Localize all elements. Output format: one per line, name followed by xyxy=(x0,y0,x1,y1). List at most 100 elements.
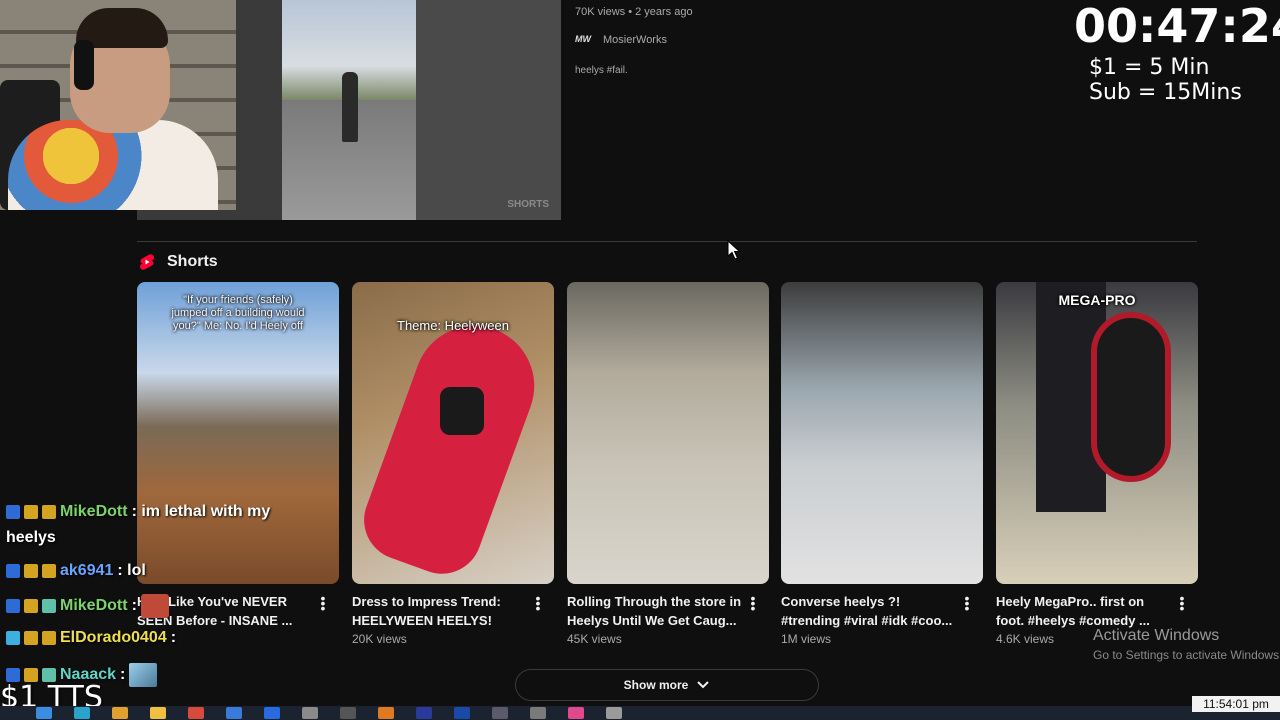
windows-taskbar xyxy=(0,706,1280,720)
sub-badge-icon xyxy=(42,631,56,645)
app-icon[interactable] xyxy=(226,707,242,719)
short-overlay-text-1: "If your friends (safely) jumped off a b… xyxy=(171,294,305,332)
sub-badge-icon xyxy=(24,599,38,613)
short-card-5[interactable]: MEGA-PRO Heely MegaPro.. first on foot. … xyxy=(996,282,1198,646)
app-icon[interactable] xyxy=(378,707,394,719)
system-clock[interactable]: 11:54:01 pm xyxy=(1192,696,1280,712)
short-title-3-line1: Rolling Through the store in xyxy=(567,594,742,609)
app-icon[interactable] xyxy=(264,707,280,719)
chat-message: MikeDott : xyxy=(6,594,169,618)
more-options-icon[interactable]: • • • xyxy=(749,591,757,615)
video-views-age: 70K views • 2 years ago xyxy=(575,6,693,18)
short-views-3: 45K views xyxy=(567,632,622,646)
short-views-4: 1M views xyxy=(781,632,832,646)
chat-text: heelys xyxy=(6,529,56,546)
short-card-1[interactable]: "If your friends (safely) jumped off a b… xyxy=(137,282,339,628)
chat-text: : xyxy=(120,666,126,683)
short-card-2[interactable]: Theme: Heelyween Dress to Impress Trend:… xyxy=(352,282,554,646)
short-title-4[interactable]: Converse heelys ?! #trending #viral #idk… xyxy=(781,592,957,630)
chat-message: MikeDott : im lethal with my xyxy=(6,503,270,521)
short-title-2-line1: Dress to Impress Trend: xyxy=(352,594,501,609)
chevron-down-icon xyxy=(697,681,710,689)
short-thumbnail-4[interactable] xyxy=(781,282,983,584)
chat-message: ak6941 : lol xyxy=(6,562,146,580)
show-more-button[interactable]: Show more xyxy=(515,669,819,701)
short-title-3[interactable]: Rolling Through the store in Heelys Unti… xyxy=(567,592,743,630)
short-views-5: 4.6K views xyxy=(996,632,1055,646)
chat-emote-icon xyxy=(129,663,158,687)
short-title-4-line2: #trending #viral #idk #coo... xyxy=(781,613,953,628)
app-icon[interactable] xyxy=(112,707,128,719)
short-title-4-line1: Converse heelys ?! xyxy=(781,594,901,609)
shorts-section-title: Shorts xyxy=(167,253,218,270)
vip-badge-icon xyxy=(6,631,20,645)
chat-username: MikeDott xyxy=(60,597,128,614)
chat-username: ElDorado0404 xyxy=(60,629,167,646)
timer-rate-dollar: $1 = 5 Min xyxy=(1089,55,1210,80)
short-thumbnail-1[interactable]: "If your friends (safely) jumped off a b… xyxy=(137,282,339,584)
chat-username: MikeDott xyxy=(60,503,128,520)
sub-badge-icon xyxy=(42,505,56,519)
photoshop-icon[interactable] xyxy=(454,707,470,719)
short-title-2-line2: HEELYWEEN HEELYS! xyxy=(352,613,492,628)
short-card-3[interactable]: Rolling Through the store in Heelys Unti… xyxy=(567,282,769,646)
show-more-label: Show more xyxy=(623,678,689,692)
section-divider xyxy=(137,241,1197,242)
chat-text: : lol xyxy=(117,562,146,579)
app-icon[interactable] xyxy=(606,707,622,719)
app-icon[interactable] xyxy=(340,707,356,719)
short-views-2: 20K views xyxy=(352,632,407,646)
headphones-icon xyxy=(74,40,94,90)
prime-badge-icon xyxy=(6,564,20,578)
obs-icon[interactable] xyxy=(492,707,508,719)
webcam-shirt xyxy=(8,120,218,210)
short-title-3-line2: Heelys Until We Get Caug... xyxy=(567,613,737,628)
search-icon[interactable] xyxy=(36,707,52,719)
shorts-logo-icon xyxy=(139,254,155,270)
app-icon[interactable] xyxy=(530,707,546,719)
app-icon[interactable] xyxy=(568,707,584,719)
more-options-icon[interactable]: • • • xyxy=(1178,591,1186,615)
thumbnail-person xyxy=(342,72,358,142)
short-thumbnail-5[interactable]: MEGA-PRO xyxy=(996,282,1198,584)
short-title-5-line1: Heely MegaPro.. first on xyxy=(996,594,1145,609)
chat-message-continuation: heelys xyxy=(6,529,56,547)
short-card-4[interactable]: Converse heelys ?! #trending #viral #idk… xyxy=(781,282,983,646)
channel-row[interactable]: MW MosierWorks xyxy=(575,34,667,46)
short-thumbnail-2[interactable]: Theme: Heelyween xyxy=(352,282,554,584)
prime-badge-icon xyxy=(6,599,20,613)
subathon-timer: 00:47:24 xyxy=(1074,0,1280,53)
chrome-icon[interactable] xyxy=(188,707,204,719)
thumbnail-wheel xyxy=(440,387,484,435)
prime-badge-icon xyxy=(6,505,20,519)
chat-text: : xyxy=(170,629,177,646)
short-title-2[interactable]: Dress to Impress Trend: HEELYWEEN HEELYS… xyxy=(352,592,528,630)
folder-icon[interactable] xyxy=(150,707,166,719)
activate-windows-title: Activate Windows xyxy=(1093,627,1220,644)
chat-emote-icon xyxy=(140,594,169,618)
channel-logo-icon: MW xyxy=(575,34,591,44)
sub-badge-icon xyxy=(24,631,38,645)
sub-badge-icon xyxy=(42,564,56,578)
thumbnail-shoe xyxy=(1091,312,1171,482)
stream-screen: SHORTS 70K views • 2 years ago MW Mosier… xyxy=(0,0,1280,720)
channel-name[interactable]: MosierWorks xyxy=(603,34,667,46)
premiere-icon[interactable] xyxy=(416,707,432,719)
more-options-icon[interactable]: • • • xyxy=(963,591,971,615)
shorts-badge: SHORTS xyxy=(507,199,549,210)
chat-message: ElDorado0404 : xyxy=(6,629,176,647)
app-icon[interactable] xyxy=(302,707,318,719)
short-thumbnail-3[interactable] xyxy=(567,282,769,584)
shorts-header: Shorts xyxy=(137,252,218,272)
more-options-icon[interactable]: • • • xyxy=(534,591,542,615)
short-overlay-text-5: MEGA-PRO xyxy=(1058,292,1136,308)
webcam-overlay xyxy=(0,0,236,210)
short-title-5[interactable]: Heely MegaPro.. first on foot. #heelys #… xyxy=(996,592,1172,630)
chat-text: : im lethal with my xyxy=(131,503,271,520)
chat-username: ak6941 xyxy=(60,562,114,579)
video-description: heelys #fail. xyxy=(575,65,628,76)
edge-icon[interactable] xyxy=(74,707,90,719)
timer-rate-sub: Sub = 15Mins xyxy=(1089,80,1242,105)
more-options-icon[interactable]: • • • xyxy=(319,591,327,615)
thumbnail-shoe xyxy=(352,309,552,584)
